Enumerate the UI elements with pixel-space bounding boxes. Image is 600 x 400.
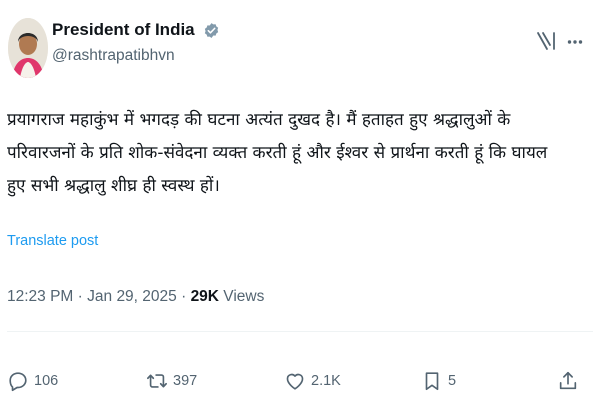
tweet-line: परिवारजनों के प्रति शोक-संवेदना व्यक्त क… bbox=[7, 143, 548, 163]
retweet-button[interactable]: 397 bbox=[146, 368, 197, 394]
tweet-line: हुए सभी श्रद्धालु शीघ्र ही स्वस्थ हों। bbox=[7, 176, 220, 196]
tweet-header: President of India @rashtrapatibhvn bbox=[6, 18, 594, 82]
more-options-icon[interactable] bbox=[567, 39, 583, 45]
meta-separator: · bbox=[176, 288, 191, 305]
tweet-text: प्रयागराज महाकुंभ में भगदड़ की घटना अत्य… bbox=[7, 104, 591, 203]
reply-icon bbox=[9, 372, 27, 392]
bookmark-icon bbox=[425, 372, 439, 391]
retweet-count: 397 bbox=[173, 373, 198, 389]
like-icon bbox=[286, 373, 304, 390]
author-display-name[interactable]: President of India bbox=[52, 20, 195, 40]
avatar[interactable] bbox=[8, 18, 48, 78]
tweet-time[interactable]: 12:23 PM bbox=[7, 288, 73, 305]
tweet-meta: 12:23 PM · Jan 29, 2025 · 29K Views bbox=[7, 288, 264, 306]
author-handle[interactable]: @rashtrapatibhvn bbox=[52, 47, 220, 65]
grok-icon[interactable] bbox=[535, 30, 557, 52]
views-count: 29K bbox=[190, 288, 219, 305]
translate-post-link[interactable]: Translate post bbox=[7, 233, 98, 249]
meta-separator: · bbox=[73, 288, 88, 305]
tweet-date[interactable]: Jan 29, 2025 bbox=[87, 288, 177, 305]
avatar-portrait-icon bbox=[8, 18, 48, 78]
like-button[interactable]: 2.1K bbox=[284, 368, 341, 394]
reply-button[interactable]: 106 bbox=[7, 368, 58, 394]
author-block: President of India @rashtrapatibhvn bbox=[52, 20, 220, 65]
share-icon bbox=[559, 371, 577, 390]
tweet-line: प्रयागराज महाकुंभ में भगदड़ की घटना अत्य… bbox=[7, 110, 511, 130]
bookmark-button[interactable]: 5 bbox=[421, 368, 456, 394]
retweet-icon bbox=[147, 374, 167, 388]
bookmark-count: 5 bbox=[448, 373, 457, 389]
divider bbox=[7, 331, 593, 332]
share-button[interactable] bbox=[557, 368, 584, 394]
reply-count: 106 bbox=[34, 373, 59, 389]
verified-badge-icon bbox=[204, 22, 219, 38]
views-label: Views bbox=[219, 288, 265, 305]
like-count: 2.1K bbox=[311, 373, 341, 389]
